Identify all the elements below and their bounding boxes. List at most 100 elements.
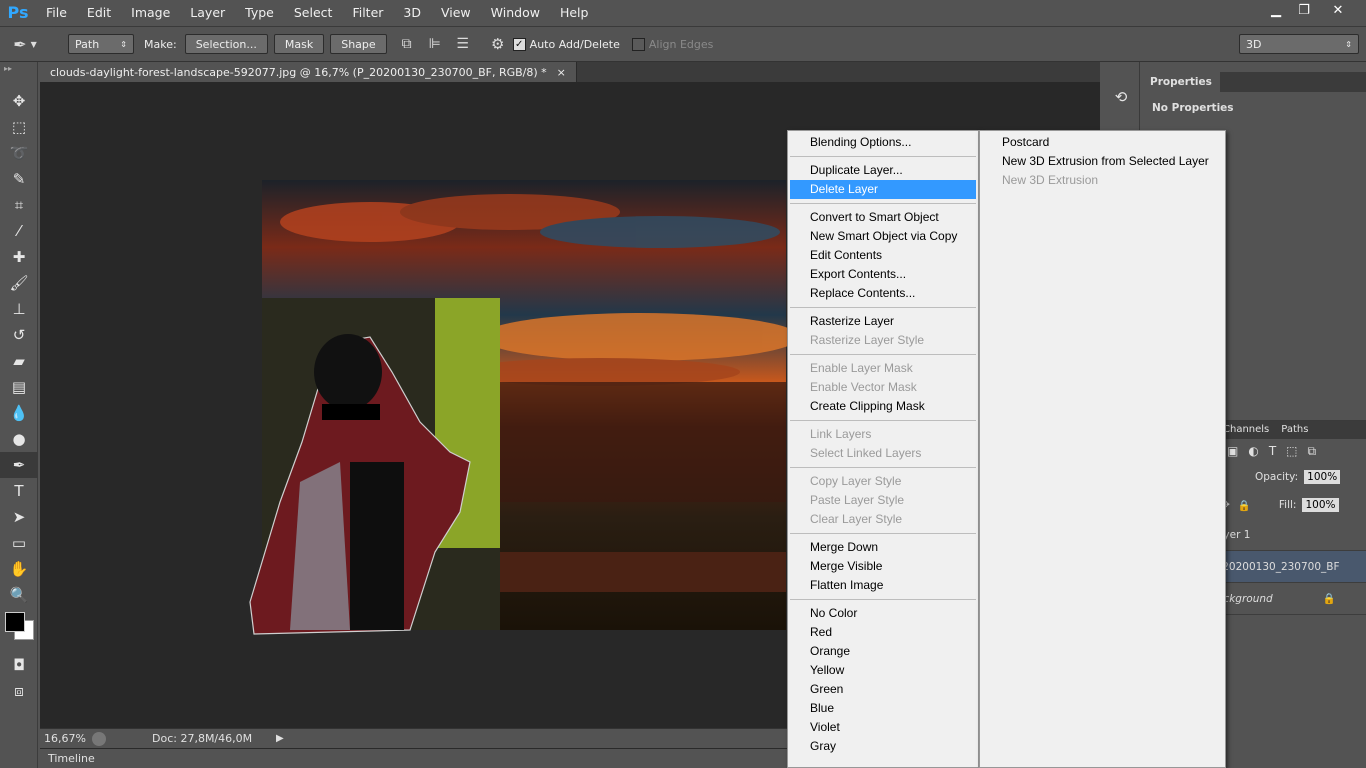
- menu-window[interactable]: Window: [481, 0, 550, 25]
- gear-icon[interactable]: ⚙: [483, 35, 513, 53]
- layer-row[interactable]: ackground 🔒: [1217, 583, 1366, 615]
- close-window-button[interactable]: ✕: [1324, 0, 1352, 20]
- menu-help[interactable]: Help: [550, 0, 599, 25]
- adjustment-filter-icon[interactable]: ◐: [1248, 444, 1258, 458]
- fill-input[interactable]: 100%: [1302, 498, 1339, 512]
- menu-view[interactable]: View: [431, 0, 481, 25]
- paths-tab[interactable]: Paths: [1275, 421, 1314, 439]
- eraser-tool-icon[interactable]: ▰: [0, 348, 38, 374]
- timeline-tab[interactable]: Timeline: [40, 752, 95, 765]
- minimize-button[interactable]: ▁: [1262, 0, 1290, 20]
- menu-item-orange[interactable]: Orange: [790, 642, 976, 661]
- zoom-level[interactable]: 16,67%: [40, 732, 92, 745]
- menu-file[interactable]: File: [36, 0, 77, 25]
- menu-item-gray[interactable]: Gray: [790, 737, 976, 756]
- path-selection-tool-icon[interactable]: ➤: [0, 504, 38, 530]
- submenu-item-postcard[interactable]: Postcard: [982, 133, 1223, 152]
- menu-item-edit-contents[interactable]: Edit Contents: [790, 246, 976, 265]
- menu-item-convert-to-smart-object[interactable]: Convert to Smart Object: [790, 208, 976, 227]
- pen-tool-icon[interactable]: ✒: [0, 452, 38, 478]
- close-tab-icon[interactable]: ×: [557, 66, 566, 79]
- menu-item-rasterize-layer[interactable]: Rasterize Layer: [790, 312, 976, 331]
- workspace-select[interactable]: 3D ⇕: [1239, 34, 1359, 54]
- clone-stamp-tool-icon[interactable]: ⊥: [0, 296, 38, 322]
- lock-all-icon[interactable]: 🔒: [1238, 499, 1251, 512]
- mode-select[interactable]: Path ⇕: [68, 34, 134, 54]
- marquee-tool-icon[interactable]: ⬚: [0, 114, 38, 140]
- document-tab[interactable]: clouds-daylight-forest-landscape-592077.…: [40, 62, 577, 82]
- opacity-row: ⇕ Opacity: 100%: [1217, 463, 1366, 491]
- menu-filter[interactable]: Filter: [342, 0, 393, 25]
- history-brush-tool-icon[interactable]: ↺: [0, 322, 38, 348]
- type-filter-icon[interactable]: T: [1269, 444, 1276, 458]
- submenu-item-new-3d-extrusion-from-selected-layer[interactable]: New 3D Extrusion from Selected Layer: [982, 152, 1223, 171]
- chevron-updown-icon: ⇕: [1345, 39, 1352, 49]
- menu-item-delete-layer[interactable]: Delete Layer: [790, 180, 976, 199]
- menu-type[interactable]: Type: [235, 0, 284, 25]
- menu-select[interactable]: Select: [284, 0, 343, 25]
- make-shape-button[interactable]: Shape: [330, 34, 387, 54]
- make-selection-button[interactable]: Selection...: [184, 34, 268, 54]
- menu-item-violet[interactable]: Violet: [790, 718, 976, 737]
- menu-item-green[interactable]: Green: [790, 680, 976, 699]
- menu-item-duplicate-layer[interactable]: Duplicate Layer...: [790, 161, 976, 180]
- foreground-color-swatch[interactable]: [5, 612, 25, 632]
- menu-item-create-clipping-mask[interactable]: Create Clipping Mask: [790, 397, 976, 416]
- menu-item-red[interactable]: Red: [790, 623, 976, 642]
- menu-separator: [790, 156, 976, 157]
- blur-tool-icon[interactable]: 💧: [0, 400, 38, 426]
- menu-layer[interactable]: Layer: [180, 0, 235, 25]
- history-panel-icon[interactable]: ⟲: [1102, 84, 1140, 110]
- menu-item-yellow[interactable]: Yellow: [790, 661, 976, 680]
- path-alignment-icon[interactable]: ⊫: [421, 36, 449, 52]
- restore-button[interactable]: ❐: [1290, 0, 1318, 20]
- smart-filter-icon[interactable]: ⧉: [1308, 444, 1317, 459]
- healing-brush-tool-icon[interactable]: ✚: [0, 244, 38, 270]
- quick-mask-icon[interactable]: ◘: [0, 652, 38, 678]
- lasso-tool-icon[interactable]: ➰: [0, 140, 38, 166]
- opacity-label: Opacity:: [1255, 471, 1299, 483]
- layer-row[interactable]: ayer 1: [1217, 519, 1366, 551]
- path-arrangement-icon[interactable]: ☰: [449, 36, 477, 52]
- type-tool-icon[interactable]: T: [0, 478, 38, 504]
- menu-item-merge-down[interactable]: Merge Down: [790, 538, 976, 557]
- menu-edit[interactable]: Edit: [77, 0, 121, 25]
- eyedropper-tool-icon[interactable]: ⁄: [0, 218, 38, 244]
- menu-image[interactable]: Image: [121, 0, 180, 25]
- menu-item-flatten-image[interactable]: Flatten Image: [790, 576, 976, 595]
- color-swatches: [0, 608, 37, 652]
- menu-item-blending-options[interactable]: Blending Options...: [790, 133, 976, 152]
- dodge-tool-icon[interactable]: ●: [0, 426, 38, 452]
- layer-row-selected[interactable]: _20200130_230700_BF: [1217, 551, 1366, 583]
- status-menu-arrow-icon[interactable]: ▶: [276, 733, 284, 744]
- menu-item-merge-visible[interactable]: Merge Visible: [790, 557, 976, 576]
- properties-tab[interactable]: Properties: [1142, 72, 1220, 92]
- document-tab-title: clouds-daylight-forest-landscape-592077.…: [50, 65, 547, 79]
- zoom-tool-icon[interactable]: 🔍: [0, 582, 38, 608]
- panel-collapse-icon[interactable]: ▸▸: [0, 62, 37, 88]
- path-operations-icon[interactable]: ⧉: [393, 36, 421, 52]
- menu-item-no-color[interactable]: No Color: [790, 604, 976, 623]
- menu-item-new-smart-object-via-copy[interactable]: New Smart Object via Copy: [790, 227, 976, 246]
- image-filter-icon[interactable]: ▣: [1227, 444, 1238, 458]
- move-tool-icon[interactable]: ✥: [0, 88, 38, 114]
- pen-tool-preset-icon[interactable]: ✒ ▼: [0, 35, 50, 54]
- opacity-input[interactable]: 100%: [1304, 470, 1341, 484]
- menu-item-blue[interactable]: Blue: [790, 699, 976, 718]
- tools-panel: ▸▸ ✥ ⬚ ➰ ✎ ⌗ ⁄ ✚ 🖌 ⊥ ↺ ▰ ▤ 💧 ● ✒ T ➤ ▭ ✋…: [0, 62, 38, 768]
- crop-tool-icon[interactable]: ⌗: [0, 192, 38, 218]
- menu-3d[interactable]: 3D: [393, 0, 431, 25]
- make-mask-button[interactable]: Mask: [273, 34, 325, 54]
- menu-item-replace-contents[interactable]: Replace Contents...: [790, 284, 976, 303]
- align-edges-checkbox[interactable]: [631, 37, 645, 51]
- gradient-tool-icon[interactable]: ▤: [0, 374, 38, 400]
- brush-tool-icon[interactable]: 🖌: [0, 270, 38, 296]
- rectangle-tool-icon[interactable]: ▭: [0, 530, 38, 556]
- screen-mode-icon[interactable]: ⧈: [0, 678, 38, 704]
- shape-filter-icon[interactable]: ⬚: [1286, 444, 1297, 458]
- menu-item-export-contents[interactable]: Export Contents...: [790, 265, 976, 284]
- quick-selection-tool-icon[interactable]: ✎: [0, 166, 38, 192]
- hand-tool-icon[interactable]: ✋: [0, 556, 38, 582]
- auto-add-delete-checkbox[interactable]: ✓: [512, 37, 526, 51]
- status-info-icon[interactable]: [92, 731, 106, 746]
